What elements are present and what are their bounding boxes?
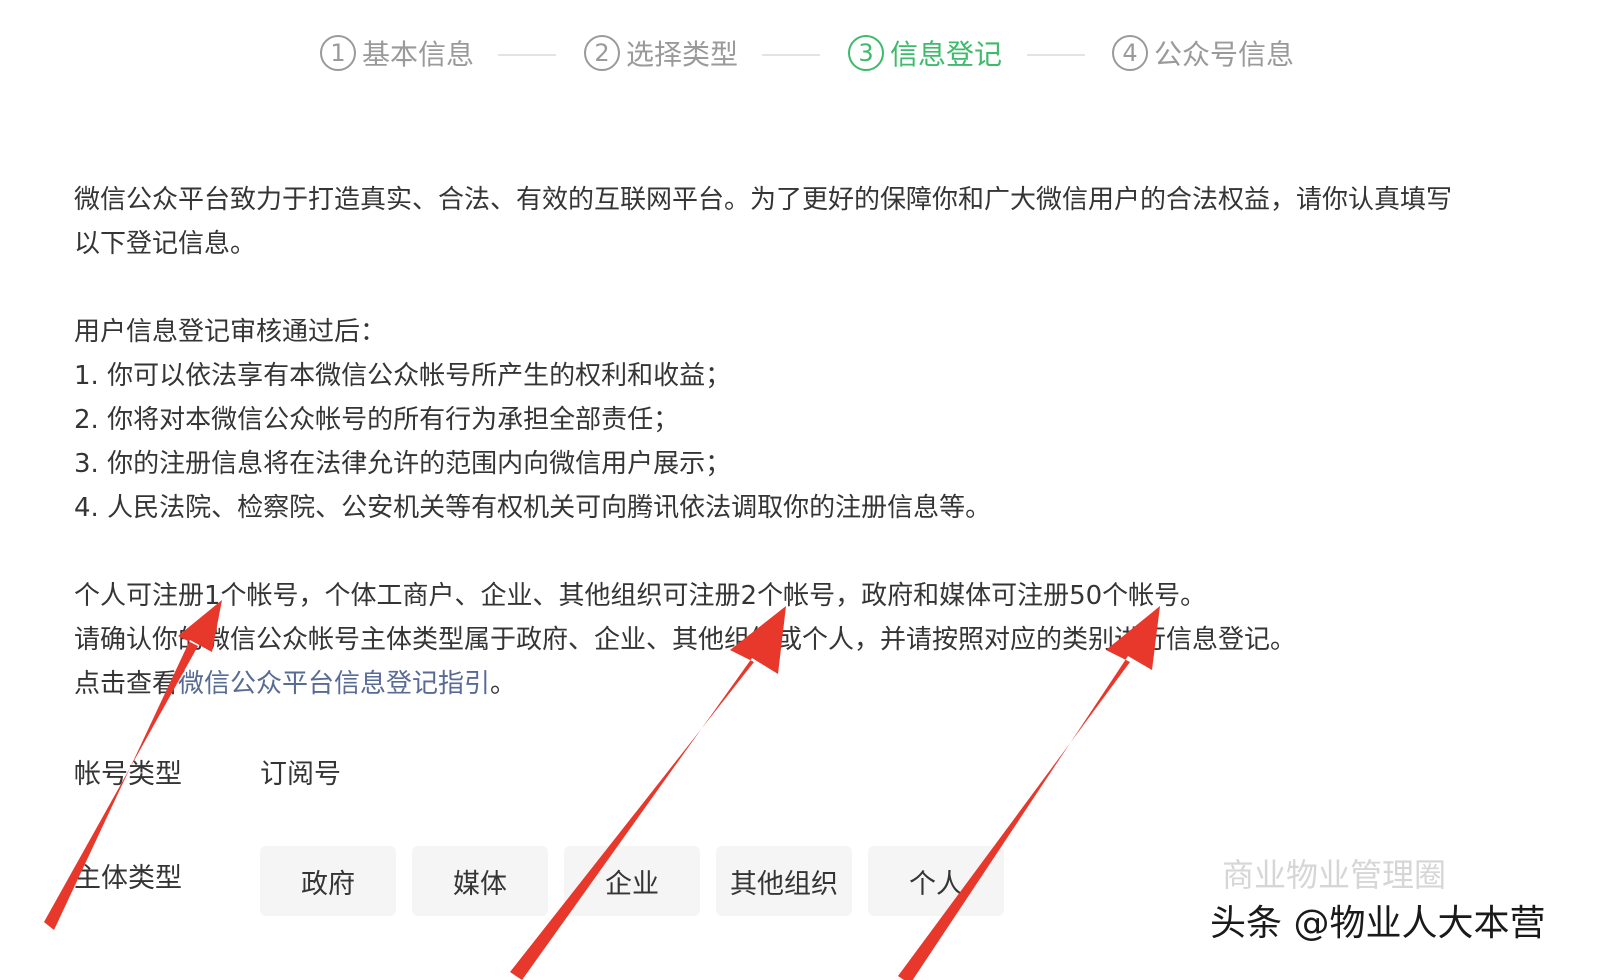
red-arrow-icon — [44, 600, 222, 930]
red-arrow-icon — [510, 606, 786, 980]
annotation-arrows — [44, 600, 1160, 980]
red-arrow-icon — [898, 606, 1160, 980]
